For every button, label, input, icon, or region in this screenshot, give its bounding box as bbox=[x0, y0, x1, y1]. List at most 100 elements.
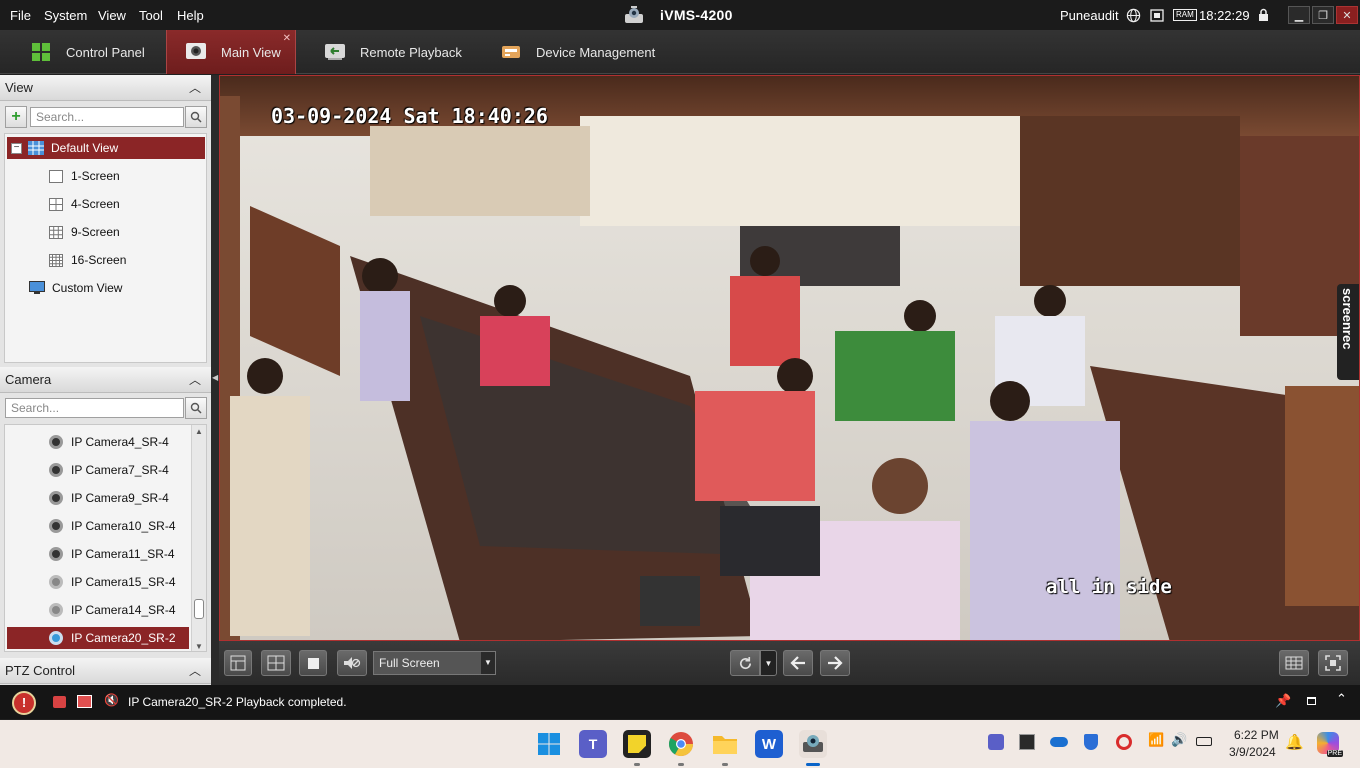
cycle-menu-button[interactable]: ▼ bbox=[760, 650, 777, 676]
teams-tray-icon[interactable] bbox=[988, 734, 1004, 750]
pin-icon[interactable]: 📌 bbox=[1275, 693, 1291, 709]
notification-bell-icon[interactable]: 🔔 bbox=[1285, 733, 1304, 751]
save-view-button[interactable] bbox=[224, 650, 252, 676]
screen-mode-select[interactable]: Full Screen ▼ bbox=[373, 651, 496, 675]
restore-button[interactable]: ❐ bbox=[1312, 6, 1334, 24]
window-division-button[interactable] bbox=[1279, 650, 1309, 676]
view-16-screen[interactable]: 16-Screen bbox=[49, 249, 126, 271]
teams-icon[interactable]: T bbox=[579, 730, 607, 758]
tab-label: Remote Playback bbox=[360, 44, 462, 60]
scroll-up-icon[interactable]: ▲ bbox=[195, 427, 203, 436]
collapse-left-icon[interactable]: ◀ bbox=[212, 373, 218, 382]
add-view-button[interactable]: + bbox=[5, 106, 27, 128]
alarm-list-icon[interactable] bbox=[77, 695, 92, 708]
collapse-icon[interactable]: ︿ bbox=[189, 662, 201, 679]
menu-help[interactable]: Help bbox=[177, 8, 204, 23]
camera-item[interactable]: IP Camera10_SR-4 bbox=[49, 515, 176, 537]
scroll-thumb[interactable] bbox=[194, 599, 204, 619]
camera-search-input[interactable]: Search... bbox=[5, 398, 184, 418]
sticky-notes-icon[interactable] bbox=[623, 730, 651, 758]
view-section-header[interactable]: View ︿ bbox=[0, 75, 211, 101]
close-icon: ✕ bbox=[1342, 9, 1352, 22]
view-custom[interactable]: Custom View bbox=[29, 277, 122, 299]
view-search-input[interactable]: Search... bbox=[30, 107, 184, 127]
app-title: iVMS-4200 bbox=[622, 3, 733, 27]
camera-list: IP Camera4_SR-4 IP Camera7_SR-4 IP Camer… bbox=[4, 424, 207, 652]
camera-item-selected[interactable]: IP Camera20_SR-2 bbox=[7, 627, 189, 649]
status-bar: ! 🔇 IP Camera20_SR-2 Playback completed.… bbox=[0, 685, 1360, 719]
tab-close-icon[interactable]: ✕ bbox=[283, 33, 291, 44]
menu-file[interactable]: File bbox=[10, 8, 31, 23]
expand-up-icon[interactable]: ⌃ bbox=[1336, 691, 1347, 707]
collapse-toggle-icon[interactable]: − bbox=[11, 142, 22, 154]
onedrive-icon[interactable] bbox=[1050, 737, 1068, 747]
stop-all-button[interactable] bbox=[299, 650, 327, 676]
watermark-text: screenrec bbox=[1340, 288, 1355, 350]
camera-section-header[interactable]: Camera ︿ bbox=[0, 367, 211, 393]
tray-app-icon[interactable] bbox=[1019, 734, 1035, 750]
previous-page-button[interactable] bbox=[783, 650, 813, 676]
tab-main-view[interactable]: Main View ✕ bbox=[166, 30, 296, 74]
view-search-button[interactable] bbox=[185, 106, 207, 128]
taskbar-date[interactable]: 3/9/2024 bbox=[1229, 745, 1276, 759]
speaker-off-icon[interactable]: 🔇 bbox=[104, 693, 119, 707]
video-window[interactable]: 03-09-2024 Sat 18:40:26 all in side scre… bbox=[219, 75, 1360, 641]
collapse-icon[interactable]: ︿ bbox=[189, 371, 201, 388]
ivms-taskbar-icon[interactable] bbox=[799, 730, 827, 758]
folder-icon bbox=[713, 736, 737, 754]
chrome-icon[interactable] bbox=[667, 730, 695, 758]
taskbar-time[interactable]: 6:22 PM bbox=[1234, 728, 1279, 742]
scroll-down-icon[interactable]: ▼ bbox=[195, 642, 203, 651]
camera-item[interactable]: IP Camera4_SR-4 bbox=[49, 431, 169, 453]
alarm-sound-icon[interactable] bbox=[53, 696, 66, 708]
close-button[interactable]: ✕ bbox=[1336, 6, 1358, 24]
view-default[interactable]: − Default View bbox=[7, 137, 205, 159]
cycle-button[interactable] bbox=[730, 650, 760, 676]
custom-view-icon bbox=[29, 281, 45, 294]
camera-item[interactable]: IP Camera15_SR-4 bbox=[49, 571, 176, 593]
camera-list-scrollbar[interactable]: ▲ ▼ bbox=[191, 425, 206, 651]
next-page-button[interactable] bbox=[820, 650, 850, 676]
camera-search-button[interactable] bbox=[185, 397, 207, 419]
camera-item[interactable]: IP Camera11_SR-4 bbox=[49, 543, 175, 565]
panel-splitter[interactable]: ◀ bbox=[211, 75, 219, 685]
menu-view[interactable]: View bbox=[98, 8, 126, 23]
battery-icon[interactable] bbox=[1196, 737, 1212, 746]
camera-item[interactable]: IP Camera14_SR-4 bbox=[49, 599, 176, 621]
view-1-screen[interactable]: 1-Screen bbox=[49, 165, 120, 187]
tab-remote-playback[interactable]: Remote Playback bbox=[300, 30, 475, 74]
view-section-title: View bbox=[5, 80, 33, 95]
tab-label: Main View bbox=[221, 44, 281, 60]
collapse-icon[interactable]: ︿ bbox=[189, 79, 201, 96]
camera-item[interactable]: IP Camera9_SR-4 bbox=[49, 487, 169, 509]
chevron-down-icon: ▼ bbox=[481, 652, 495, 674]
app-title-text: iVMS-4200 bbox=[660, 7, 733, 23]
mute-button[interactable] bbox=[337, 650, 367, 676]
view-9-screen[interactable]: 9-Screen bbox=[49, 221, 120, 243]
defender-icon[interactable] bbox=[1084, 734, 1098, 750]
volume-icon[interactable]: 🔊 bbox=[1171, 732, 1187, 748]
tab-control-panel[interactable]: Control Panel bbox=[14, 30, 164, 74]
alarm-warning-icon[interactable]: ! bbox=[12, 691, 36, 715]
tab-device-management[interactable]: Device Management bbox=[478, 30, 668, 74]
maximize-panel-icon[interactable] bbox=[1307, 697, 1316, 705]
view-label: 16-Screen bbox=[71, 253, 127, 267]
view-4-screen[interactable]: 4-Screen bbox=[49, 193, 120, 215]
fullscreen-button[interactable] bbox=[1318, 650, 1348, 676]
current-user: Puneaudit bbox=[1060, 7, 1119, 23]
wps-icon[interactable]: W bbox=[755, 730, 783, 758]
file-explorer-icon[interactable] bbox=[711, 730, 739, 758]
menu-tool[interactable]: Tool bbox=[139, 8, 163, 23]
menu-system[interactable]: System bbox=[44, 8, 87, 23]
record-icon[interactable] bbox=[1116, 734, 1132, 750]
start-button[interactable] bbox=[535, 730, 563, 758]
wifi-icon[interactable]: 📶 bbox=[1148, 732, 1164, 748]
restore-icon: ❐ bbox=[1318, 9, 1328, 22]
globe-icon[interactable] bbox=[1126, 8, 1141, 23]
lock-icon[interactable] bbox=[1258, 8, 1269, 22]
layout-button[interactable] bbox=[261, 650, 291, 676]
ptz-section-header[interactable]: PTZ Control ︿ bbox=[0, 658, 211, 684]
copilot-icon[interactable]: PRE bbox=[1317, 732, 1343, 757]
camera-item[interactable]: IP Camera7_SR-4 bbox=[49, 459, 169, 481]
minimize-button[interactable]: ▁ bbox=[1288, 6, 1310, 24]
